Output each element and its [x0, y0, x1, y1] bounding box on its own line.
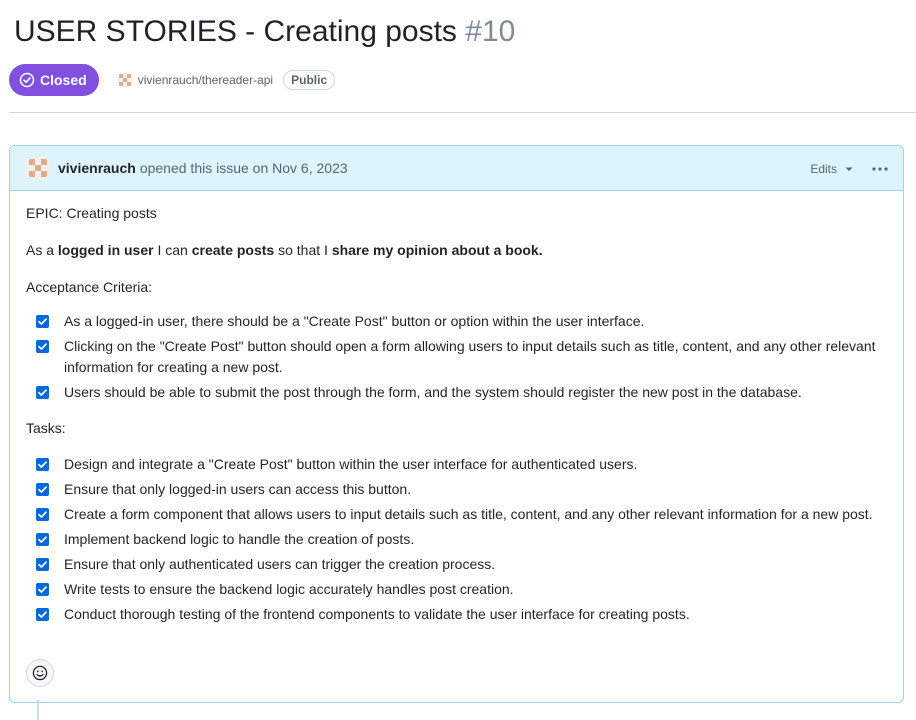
checked-checkbox-icon[interactable] — [36, 458, 49, 471]
story-text: I can — [153, 242, 192, 258]
criteria-item: As a logged-in user, there should be a "… — [36, 311, 887, 332]
state-badge: Closed — [9, 64, 99, 96]
task-item: Ensure that only authenticated users can… — [36, 554, 887, 575]
opened-timestamp: opened this issue on Nov 6, 2023 — [139, 160, 348, 176]
story-action: create posts — [191, 242, 275, 258]
task-item: Write tests to ensure the backend logic … — [36, 579, 887, 600]
criteria-list: As a logged-in user, there should be a "… — [26, 311, 887, 403]
story-goal: share my opinion about a book. — [331, 242, 543, 258]
checked-checkbox-icon[interactable] — [36, 340, 49, 353]
tasks-list: Design and integrate a "Create Post" but… — [26, 454, 887, 625]
check-circle-icon — [19, 72, 35, 88]
checked-checkbox-icon[interactable] — [36, 386, 49, 399]
issue-meta: Closed vivienrauch/thereader-api Public — [9, 64, 336, 96]
checked-checkbox-icon[interactable] — [36, 508, 49, 521]
checked-checkbox-icon[interactable] — [36, 315, 49, 328]
criteria-text: Clicking on the "Create Post" button sho… — [64, 338, 876, 375]
more-options-button[interactable] — [871, 146, 889, 191]
kebab-horizontal-icon — [872, 166, 888, 171]
task-item: Create a form component that allows user… — [36, 504, 887, 525]
issue-number: #10 — [465, 15, 516, 48]
epic-line: EPIC: Creating posts — [26, 205, 157, 221]
add-reaction-button[interactable] — [26, 659, 54, 687]
criteria-item: Clicking on the "Create Post" button sho… — [36, 336, 887, 378]
task-item: Ensure that only logged-in users can acc… — [36, 479, 887, 500]
tasks-heading: Tasks: — [26, 420, 66, 436]
checked-checkbox-icon[interactable] — [36, 533, 49, 546]
task-item: Implement backend logic to handle the cr… — [36, 529, 887, 550]
visibility-badge: Public — [283, 70, 336, 90]
triangle-down-icon — [845, 167, 853, 171]
criteria-text: Users should be able to submit the post … — [64, 384, 802, 400]
comment-body: EPIC: Creating posts As a logged in user… — [10, 191, 903, 625]
timeline-connector — [37, 700, 39, 720]
state-label: Closed — [40, 72, 87, 88]
task-text: Implement backend logic to handle the cr… — [64, 531, 415, 547]
issue-comment: vivienrauch opened this issue on Nov 6, … — [9, 145, 904, 703]
task-text: Conduct thorough testing of the frontend… — [64, 606, 690, 622]
task-text: Ensure that only logged-in users can acc… — [64, 481, 412, 497]
edits-label: Edits — [810, 161, 837, 176]
story-text: As a — [26, 242, 58, 258]
criteria-item: Users should be able to submit the post … — [36, 382, 887, 403]
issue-title: USER STORIES - Creating posts — [14, 15, 457, 48]
task-text: Write tests to ensure the backend logic … — [64, 581, 514, 597]
criteria-heading: Acceptance Criteria: — [26, 279, 153, 295]
story-role: logged in user — [57, 242, 154, 258]
author-link[interactable]: vivienrauch — [58, 160, 136, 176]
header-divider — [9, 112, 916, 113]
issue-title-row: USER STORIES - Creating posts #10 — [14, 12, 515, 52]
checked-checkbox-icon[interactable] — [36, 608, 49, 621]
repo-link[interactable]: vivienrauch/thereader-api — [116, 72, 274, 88]
smiley-icon — [32, 665, 48, 681]
task-item: Design and integrate a "Create Post" but… — [36, 454, 887, 475]
user-story: As a logged in user I can create posts s… — [26, 240, 887, 261]
task-text: Create a form component that allows user… — [64, 506, 873, 522]
task-text: Ensure that only authenticated users can… — [64, 556, 496, 572]
checked-checkbox-icon[interactable] — [36, 583, 49, 596]
comment-header: vivienrauch opened this issue on Nov 6, … — [10, 146, 903, 191]
story-text: so that I — [274, 242, 332, 258]
repo-name: vivienrauch/thereader-api — [137, 73, 274, 87]
author-avatar[interactable] — [26, 156, 50, 180]
checked-checkbox-icon[interactable] — [36, 558, 49, 571]
checked-checkbox-icon[interactable] — [36, 483, 49, 496]
task-text: Design and integrate a "Create Post" but… — [64, 456, 638, 472]
criteria-text: As a logged-in user, there should be a "… — [64, 313, 645, 329]
edits-dropdown[interactable]: Edits — [810, 146, 855, 191]
repo-owner-avatar — [116, 72, 133, 88]
task-item: Conduct thorough testing of the frontend… — [36, 604, 887, 625]
